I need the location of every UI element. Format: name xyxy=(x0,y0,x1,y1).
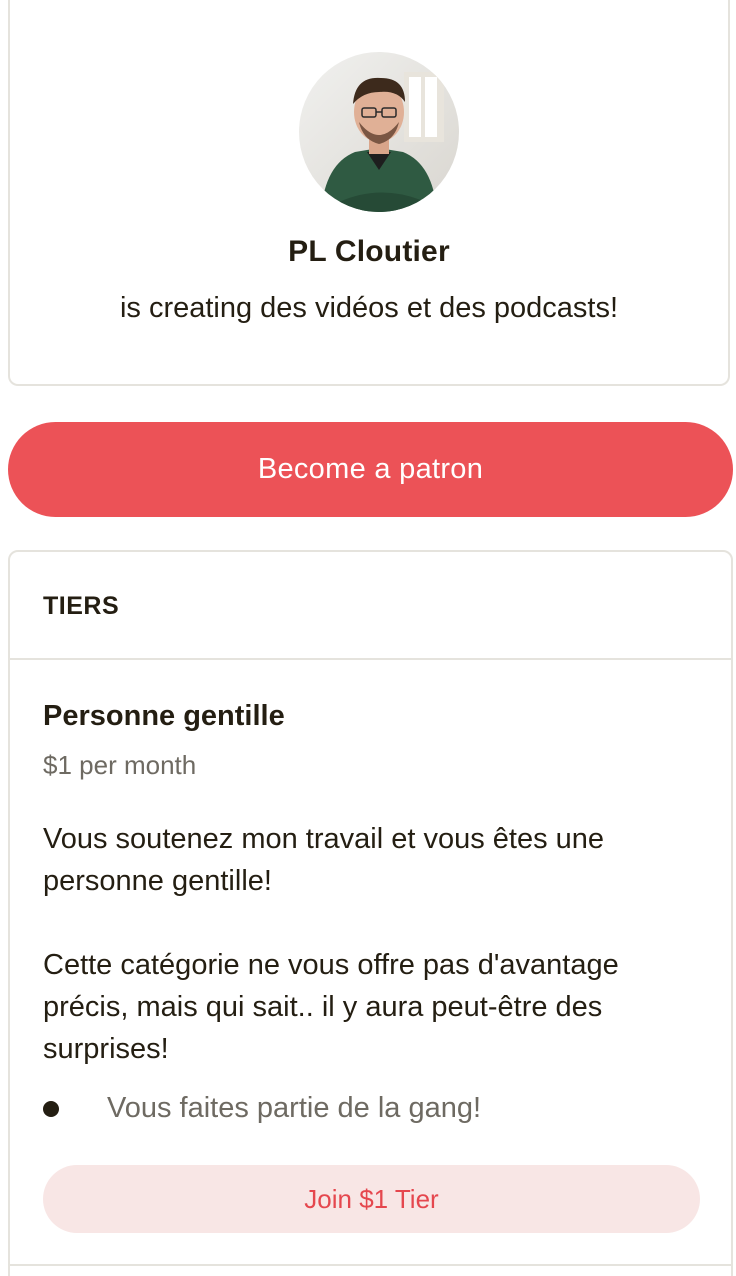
tiers-heading: TIERS xyxy=(43,592,120,620)
become-patron-button[interactable]: Become a patron xyxy=(8,422,733,517)
tier-description: Vous soutenez mon travail et vous êtes u… xyxy=(43,818,708,1070)
tiers-card: TIERS Personne gentille $1 per month Vou… xyxy=(8,550,733,1276)
creator-card: PL Cloutier is creating des vidéos et de… xyxy=(8,0,730,386)
creator-name: PL Cloutier xyxy=(288,235,450,268)
tier-price: $1 per month xyxy=(43,750,197,780)
tier-name: Personne gentille xyxy=(43,700,285,732)
page: PL Cloutier is creating des vidéos et de… xyxy=(0,0,736,1276)
tier-description-paragraph: Vous soutenez mon travail et vous êtes u… xyxy=(43,823,605,897)
divider xyxy=(10,658,731,660)
divider xyxy=(10,1264,731,1266)
tier-description-paragraph: Cette catégorie ne vous offre pas d'avan… xyxy=(43,949,619,1065)
bullet-icon xyxy=(43,1100,59,1117)
avatar xyxy=(299,52,459,212)
join-tier-button[interactable]: Join $1 Tier xyxy=(43,1165,700,1233)
tier-benefit-item: Vous faites partie de la gang! xyxy=(43,1092,481,1125)
creator-tagline: is creating des vidéos et des podcasts! xyxy=(119,292,619,324)
tier-benefit-label: Vous faites partie de la gang! xyxy=(107,1092,482,1124)
